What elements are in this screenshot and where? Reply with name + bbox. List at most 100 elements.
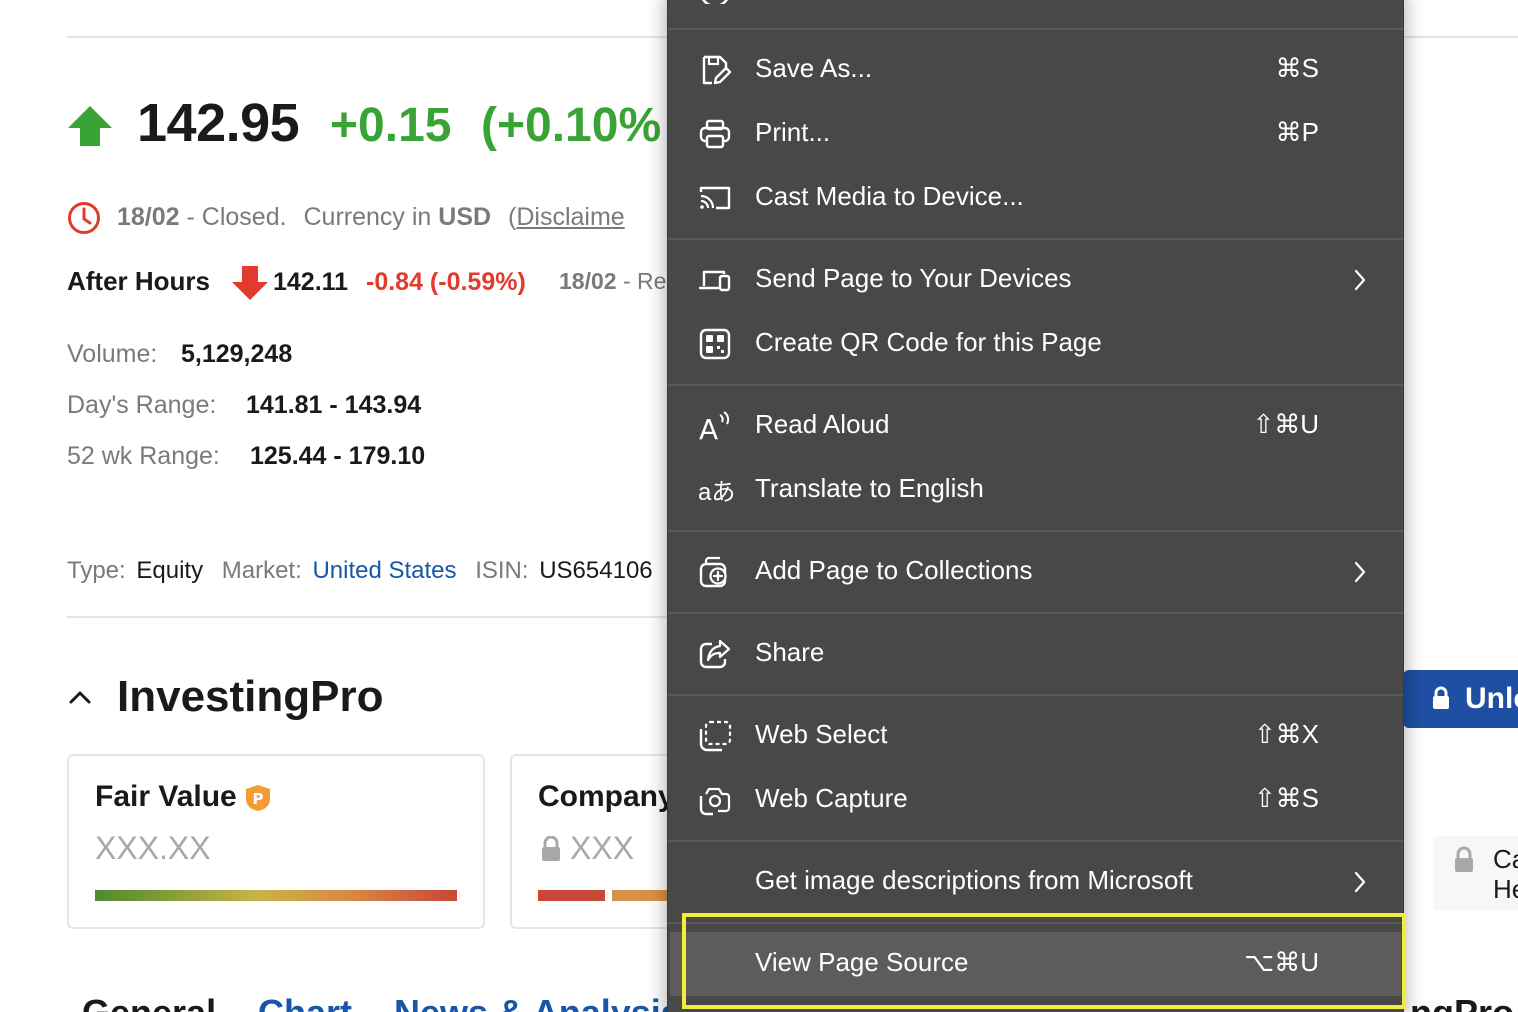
market-label: Market: [221,557,302,584]
investingpro-title: InvestingPro [117,672,384,721]
translate-icon: aあ [698,479,736,506]
days-range-label: Day's Range: [67,391,217,419]
price-up-arrow-icon [68,106,112,146]
menu-separator [668,238,1403,240]
menu-item-save-as[interactable]: Save As... ⌘S [670,38,1401,102]
market-status: Closed. [201,203,287,231]
locked-metric-line1: Ca [1493,844,1518,874]
menu-item-translate[interactable]: aあ Translate to English [670,458,1401,522]
menu-item-web-select[interactable]: Web Select ⇧⌘X [670,704,1401,768]
type-label: Type: [67,557,126,584]
company-gauge-segment-1 [538,890,605,901]
menu-label: Cast Media to Device... [755,181,1024,211]
locked-metric-box[interactable]: Ca He [1433,836,1518,910]
chevron-up-icon[interactable] [68,689,92,705]
menu-item-print[interactable]: Print... ⌘P [670,102,1401,166]
lock-icon [542,836,560,861]
currency: USD [438,203,492,231]
menu-separator [668,384,1403,386]
lock-icon [1433,686,1449,709]
company-title: Company [538,780,675,813]
currency-prefix: Currency in [303,203,432,231]
disclaimer-link[interactable]: Disclaime [516,203,624,231]
isin-label: ISIN: [475,557,529,584]
menu-item-web-capture[interactable]: Web Capture ⇧⌘S [670,768,1401,832]
fair-value-card[interactable]: Fair Value P XXX.XX [67,754,485,929]
menu-item-read-aloud[interactable]: A Read Aloud ⇧⌘U [670,394,1401,458]
svg-text:A: A [699,413,718,442]
chevron-right-icon [1354,561,1366,583]
menu-shortcut: ⌘S [1275,53,1319,83]
menu-item-add-to-collections[interactable]: Add Page to Collections [670,540,1401,604]
last-price: 142.95 [137,93,300,153]
menu-label: Send Page to Your Devices [755,263,1072,293]
fair-value-title: Fair Value [95,780,237,813]
menu-label: Read Aloud [755,409,890,439]
menu-separator [668,840,1403,842]
days-range-value: 141.81 - 143.94 [246,391,422,419]
locked-metric-line2: He [1493,874,1518,904]
market-status-line: 18/02 - Closed. Currency in USD (Disclai… [117,203,625,232]
pro-badge-icon: P [246,785,270,811]
price-down-arrow-icon [232,266,268,300]
menu-item-cast-media[interactable]: Cast Media to Device... [670,166,1401,230]
pro-badge-letter: P [253,790,264,808]
menu-label: Share [755,637,825,667]
tab-general[interactable]: General [82,992,216,1012]
menu-item-share[interactable]: Share [670,622,1401,686]
menu-shortcut: ⌘P [1275,117,1319,147]
isin-value: US654106 [539,557,653,584]
menu-shortcut: ⇧⌘X [1253,719,1319,749]
web-select-icon [699,720,732,752]
unlock-button[interactable]: Unlo [1403,670,1518,728]
volume-label: Volume: [67,340,158,368]
menu-shortcut: ⇧⌘U [1252,409,1319,439]
wk52-range-label: 52 wk Range: [67,442,220,470]
menu-label: Web Select [755,719,888,749]
menu-separator [668,612,1403,614]
after-hours-status-text: - Re [616,268,667,294]
type-value: Equity [136,557,204,584]
tab-chart[interactable]: Chart [258,992,352,1012]
after-hours-date: 18/02 [559,268,617,294]
context-menu: Save As... ⌘S Print... ⌘P Cast Media to … [667,0,1404,1012]
fair-value-gauge [95,890,457,901]
print-icon [699,119,731,149]
qr-code-icon [699,328,731,360]
menu-label: Web Capture [755,783,908,813]
tab-news-analysis[interactable]: News & Analysis [394,992,681,1012]
menu-label: Add Page to Collections [755,555,1033,585]
share-icon [699,639,731,669]
tab-investingpro[interactable]: ngPro [1410,992,1514,1012]
devices-icon [698,270,731,292]
clock-icon [68,202,100,234]
menu-label: Print... [755,117,831,147]
menu-item-image-descriptions[interactable]: Get image descriptions from Microsoft [670,850,1401,914]
price-change-percent: (+0.10% [481,99,662,152]
volume-value: 5,129,248 [181,340,293,368]
cast-icon [699,186,731,210]
status-separator: - [179,203,202,231]
chevron-right-icon [1354,269,1366,291]
collections-icon [699,556,727,588]
menu-label: Save As... [755,53,873,83]
company-value: XXX [570,830,635,866]
menu-separator [668,28,1403,30]
unlock-label: Unlo [1465,682,1518,715]
menu-separator [668,694,1403,696]
web-capture-icon [699,787,731,816]
menu-separator [668,530,1403,532]
save-as-icon [702,55,732,85]
menu-item-create-qr-code[interactable]: Create QR Code for this Page [670,312,1401,376]
menu-item-send-page[interactable]: Send Page to Your Devices [670,248,1401,312]
partial-menu-icon [702,0,728,4]
price-change: +0.15 [330,99,452,152]
read-aloud-icon: A [699,411,730,442]
wk52-range-value: 125.44 - 179.10 [250,442,426,470]
chevron-right-icon [1354,871,1366,893]
market-link[interactable]: United States [312,557,456,584]
section-divider [67,616,687,618]
menu-label: Create QR Code for this Page [755,327,1102,357]
menu-label: Translate to English [755,473,984,503]
after-hours-status: 18/02 - Re [559,268,666,295]
